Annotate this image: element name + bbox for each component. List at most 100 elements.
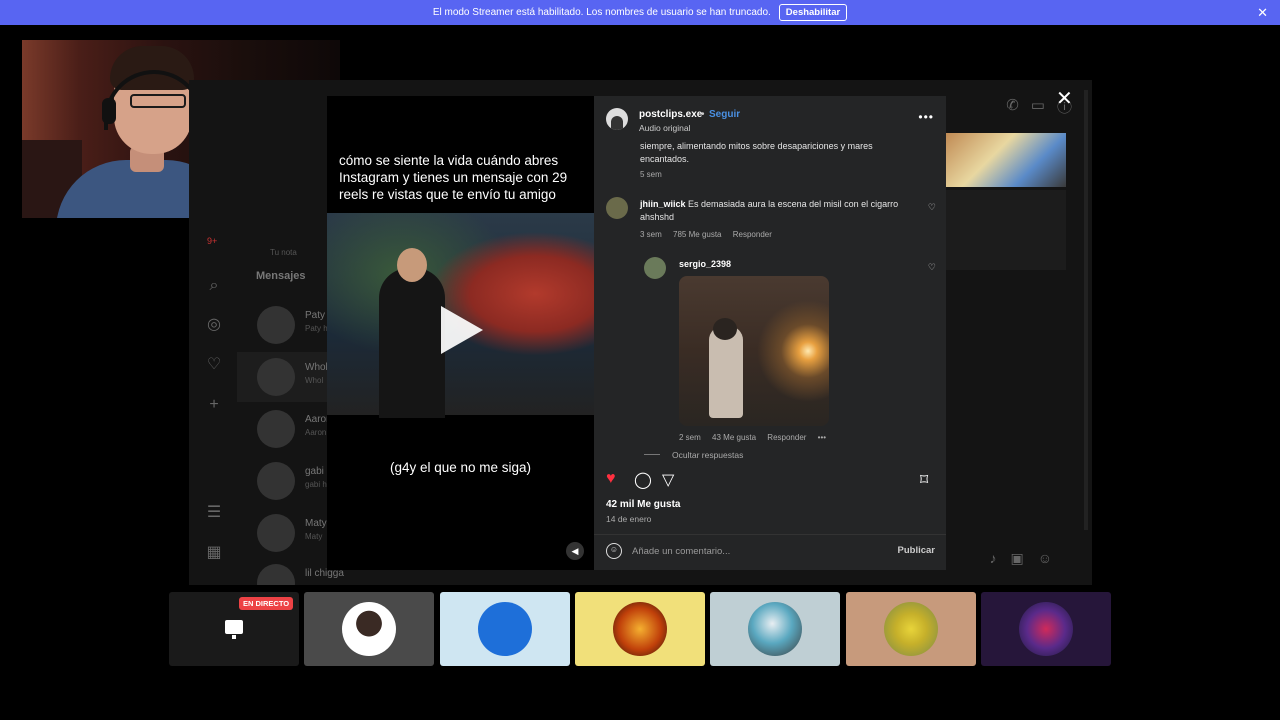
image-icon[interactable]: ▣ (1010, 550, 1023, 567)
avatar (613, 602, 667, 656)
avatar (257, 358, 295, 396)
dm-preview: Aaron (305, 428, 327, 437)
reel-video[interactable]: cómo se siente la vida cuándo abres Inst… (327, 96, 594, 570)
glasses (130, 94, 186, 108)
comment: jhiin_wiick Es demasiada aura la escena … (640, 198, 920, 223)
comment-age: 5 sem (640, 170, 662, 179)
comment-like-icon[interactable]: ♡ (928, 262, 936, 273)
author-username[interactable]: postclips.exe (639, 109, 702, 120)
dm-name: Maty (305, 518, 327, 529)
comment-meta: 5 sem (640, 170, 671, 179)
participant-tile[interactable] (304, 592, 434, 666)
avatar (884, 602, 938, 656)
streamer-mode-banner: El modo Streamer está habilitado. Los no… (0, 0, 1280, 25)
video-call-icon[interactable]: ▭ (1031, 96, 1045, 117)
explore-icon[interactable]: ◎ (205, 316, 223, 334)
reply-button[interactable]: Responder (733, 230, 772, 239)
comment-likes[interactable]: 43 Me gusta (712, 433, 756, 442)
author-avatar[interactable] (606, 108, 628, 130)
comment-likes[interactable]: 785 Me gusta (673, 230, 721, 239)
video-caption-bottom: (g4y el que no me siga) (389, 460, 532, 475)
dm-preview: Whol (305, 376, 324, 385)
avatar (257, 514, 295, 552)
microphone-icon[interactable]: ♪ (989, 550, 996, 567)
phone-icon[interactable]: ✆ (1006, 96, 1019, 117)
commenter-avatar[interactable] (606, 197, 628, 219)
dm-preview: Paty h (305, 324, 328, 333)
participant-tile[interactable] (846, 592, 976, 666)
screen-share-icon (225, 620, 243, 639)
disable-streamer-button[interactable]: Deshabilitar (778, 4, 848, 21)
participant-tile[interactable] (440, 592, 570, 666)
comment-text-partial: siempre, alimentando mitos sobre desapar… (640, 141, 873, 164)
commenter-avatar[interactable] (644, 257, 666, 279)
comment-icon[interactable]: ◯ (634, 470, 652, 490)
apps-icon[interactable]: ▦ (205, 544, 223, 562)
chat-input-icons: ♪ ▣ ☺ (989, 550, 1052, 567)
dm-name: Whol (305, 362, 328, 373)
menu-icon[interactable]: ☰ (205, 504, 223, 522)
video-figure-head (397, 248, 427, 282)
dm-name: Paty (305, 310, 326, 321)
hide-replies-button[interactable]: Ocultar respuestas (672, 450, 743, 460)
chat-image (946, 133, 1066, 187)
comment-age: 2 sem (679, 433, 701, 442)
avatar (257, 410, 295, 448)
publish-button[interactable]: Publicar (898, 545, 936, 556)
comment-input[interactable] (632, 543, 882, 559)
video-figure (379, 268, 445, 418)
comment-age: 3 sem (640, 230, 662, 239)
commenter-name[interactable]: sergio_2398 (679, 259, 731, 269)
dm-item[interactable]: gabi gabi h (237, 456, 337, 506)
post-header: postclips.exe • Seguir Audio original ••… (594, 96, 946, 140)
dm-name: gabi (305, 466, 324, 477)
comment-gif[interactable] (679, 276, 829, 426)
follow-button[interactable]: Seguir (709, 109, 740, 120)
heart-icon[interactable]: ♡ (205, 356, 223, 374)
live-badge: EN DIRECTO (239, 597, 294, 610)
avatar (257, 564, 295, 585)
hide-replies-line (644, 454, 660, 455)
comment-meta: 2 sem 43 Me gusta Responder ••• (679, 433, 835, 442)
close-icon[interactable]: ✕ (1056, 86, 1073, 111)
avatar (478, 602, 532, 656)
share-icon[interactable]: ▽ (662, 470, 674, 490)
banner-message: El modo Streamer está habilitado. Los no… (432, 7, 771, 18)
sidebar-nav: 9+ ⌕ ◎ ♡ + ☰ ▦ (189, 80, 237, 585)
scrollbar[interactable] (1084, 90, 1088, 530)
reply-comment: sergio_2398 (679, 258, 731, 271)
dm-item[interactable]: Whol Whol (237, 352, 337, 402)
likes-count[interactable]: 42 mil Me gusta (606, 499, 680, 510)
your-note-label: Tu nota (270, 248, 297, 257)
dm-item[interactable]: Maty Maty (237, 508, 337, 558)
banner-close-icon[interactable]: ✕ (1257, 5, 1268, 21)
avatar (748, 602, 802, 656)
reply-button[interactable]: Responder (767, 433, 806, 442)
sticker-icon[interactable]: ☺ (1038, 550, 1052, 567)
comment-more-icon[interactable]: ••• (818, 433, 826, 442)
post-date: 14 de enero (606, 514, 652, 524)
like-heart-icon[interactable]: ♥ (606, 470, 616, 488)
post-actions: ♥ ◯ ▽ ⌑ (594, 466, 946, 496)
participant-tile[interactable] (710, 592, 840, 666)
comment-like-icon[interactable]: ♡ (928, 202, 936, 213)
dm-item[interactable]: Aaron Aaron (237, 404, 337, 454)
participant-tile[interactable] (981, 592, 1111, 666)
dm-item[interactable]: lil chigga (237, 558, 344, 585)
bookmark-icon[interactable]: ⌑ (920, 470, 928, 490)
more-options-icon[interactable]: ••• (918, 110, 934, 124)
dm-item[interactable]: Paty Paty h (237, 300, 337, 350)
divider (594, 534, 946, 535)
play-icon[interactable] (441, 306, 483, 354)
chat-panel (946, 190, 1066, 270)
commenter-name[interactable]: jhiin_wiick (640, 199, 686, 209)
create-icon[interactable]: + (205, 396, 223, 414)
headset-ear (102, 98, 116, 124)
audio-label[interactable]: Audio original (639, 123, 691, 133)
emoji-icon[interactable]: ☺ (606, 543, 622, 559)
avatar (342, 602, 396, 656)
audio-icon[interactable]: ◀ (566, 542, 584, 560)
participant-tile[interactable] (575, 592, 705, 666)
avatar (1019, 602, 1073, 656)
search-icon[interactable]: ⌕ (205, 277, 223, 295)
